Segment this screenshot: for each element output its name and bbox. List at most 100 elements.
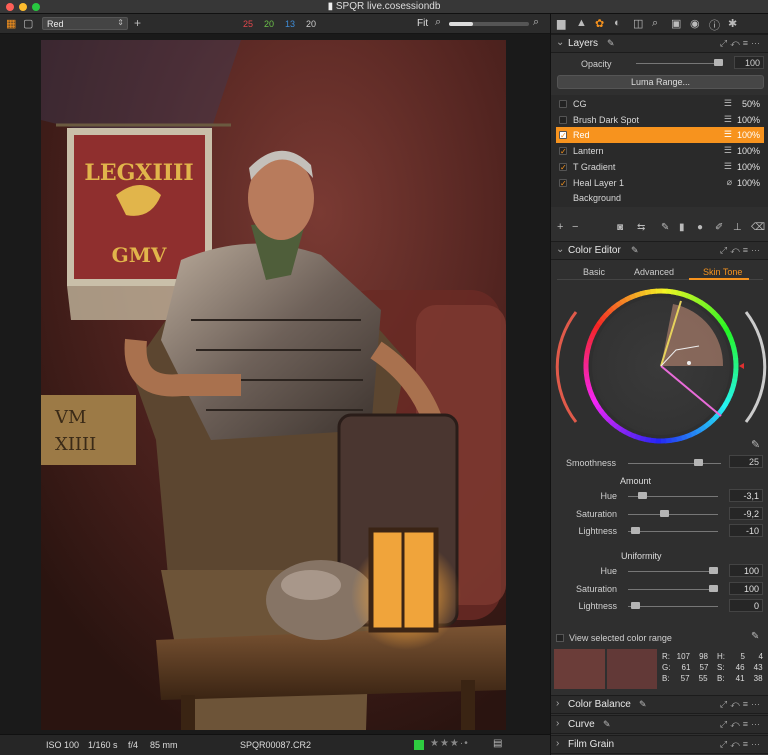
amount-slider[interactable]	[628, 513, 718, 515]
star-rating[interactable]: ★★★·•	[430, 738, 469, 749]
picker-icon[interactable]: ✎	[751, 631, 759, 642]
sliders-icon[interactable]: ☰	[724, 161, 732, 172]
zoom-in-icon[interactable]: ⌕	[533, 16, 539, 29]
stamp-icon[interactable]: ⊥	[733, 222, 742, 233]
layer-select[interactable]: Red ⇕	[42, 17, 128, 30]
uniformity-slider[interactable]	[628, 588, 718, 590]
radial-icon[interactable]: ●	[697, 222, 703, 233]
film-grain-header[interactable]: › Film Grain ⤢↶≡⋯	[551, 735, 768, 754]
lightness-arc-left[interactable]	[555, 311, 578, 423]
layer-checkbox[interactable]: ✓	[559, 162, 567, 171]
layers-header-icons[interactable]: ⤢↶≡⋯	[720, 38, 763, 49]
remove-layer-button[interactable]: −	[572, 221, 578, 233]
amount-knob[interactable]	[638, 492, 648, 499]
brush-tool-icon[interactable]: ✎	[661, 222, 669, 233]
tab-skin-tone[interactable]: Skin Tone	[703, 267, 742, 277]
opacity-slider[interactable]	[636, 63, 721, 64]
gear-icon[interactable]: ✱	[728, 17, 737, 30]
swap-icon[interactable]: ⇆	[637, 222, 645, 233]
view-range-checkbox[interactable]	[556, 634, 564, 642]
layers-header[interactable]: ⌄ Layers ✎ ⤢↶≡⋯	[551, 34, 768, 53]
layer-checkbox[interactable]: ✓	[559, 131, 567, 140]
eyedropper-icon[interactable]: ✎	[751, 438, 760, 451]
uniformity-knob[interactable]	[630, 602, 640, 609]
color-editor-header-icons[interactable]: ⤢↶≡⋯	[720, 245, 763, 256]
add-layer-button[interactable]: +	[557, 221, 563, 233]
amount-field[interactable]: -9,2	[729, 506, 763, 520]
info-icon[interactable]: ⓘ	[709, 17, 720, 33]
list-icon[interactable]: ▤	[493, 738, 502, 749]
brush-icon[interactable]: ✎	[639, 699, 647, 710]
zoom-slider[interactable]	[449, 22, 529, 26]
amount-knob[interactable]	[659, 509, 669, 517]
sliders-icon[interactable]: ☰	[724, 145, 732, 156]
folder-icon[interactable]: ▆	[557, 17, 565, 30]
pen-icon[interactable]: ✐	[715, 222, 723, 233]
opacity-knob[interactable]	[714, 59, 723, 66]
brush-icon[interactable]: ✎	[607, 38, 615, 49]
details-icon[interactable]: ⌕	[652, 17, 658, 30]
layer-row[interactable]: ✓ Red ☰ 100%	[556, 127, 764, 144]
uniformity-knob[interactable]	[709, 567, 719, 574]
layer-row[interactable]: CG ☰ 50%	[556, 96, 764, 112]
color-tag[interactable]	[414, 740, 424, 750]
uniformity-slider[interactable]	[628, 571, 718, 572]
amount-field[interactable]: -10	[729, 524, 763, 537]
layer-checkbox[interactable]	[559, 100, 567, 108]
tab-basic[interactable]: Basic	[583, 267, 605, 277]
eraser-icon[interactable]: ⌫	[751, 222, 765, 233]
photo[interactable]: LEGXIIII GMV VM XIIII	[41, 40, 506, 730]
layer-row[interactable]: Background	[556, 190, 764, 206]
exposure-icon[interactable]: ◐	[614, 17, 621, 29]
metadata-icon[interactable]: ◉	[690, 17, 700, 30]
tab-advanced[interactable]: Advanced	[634, 267, 674, 277]
smoothness-knob[interactable]	[694, 459, 703, 466]
color-picker-point[interactable]	[687, 361, 691, 365]
lightness-arc-right[interactable]	[744, 311, 767, 423]
smoothness-slider[interactable]	[628, 463, 721, 464]
layer-row[interactable]: ✓ Lantern ☰ 100%	[556, 143, 764, 159]
brush-icon[interactable]: ✎	[631, 245, 639, 256]
uniformity-field[interactable]: 100	[729, 581, 763, 595]
amount-slider[interactable]	[628, 531, 718, 532]
film-grain-header-icons[interactable]: ⤢↶≡⋯	[720, 739, 763, 750]
uniformity-knob[interactable]	[709, 584, 719, 592]
sliders-icon[interactable]: ☰	[724, 129, 732, 140]
layer-checkbox[interactable]	[559, 115, 567, 124]
layer-checkbox[interactable]: ✓	[559, 178, 567, 187]
brush-icon[interactable]: ✎	[603, 719, 611, 730]
color-balance-header-icons[interactable]: ⤢↶≡⋯	[720, 699, 763, 710]
layer-checkbox[interactable]: ✓	[559, 147, 567, 156]
zoom-out-icon[interactable]: ⌕	[435, 16, 441, 29]
sliders-icon[interactable]: ☰	[724, 98, 732, 109]
opacity-field[interactable]: 100	[734, 56, 764, 69]
gradient-icon[interactable]: ▮	[679, 222, 685, 233]
layer-row[interactable]: Brush Dark Spot ☰ 100%	[556, 112, 764, 128]
lens-icon[interactable]: ◫	[633, 17, 643, 30]
adjust-icon[interactable]: ▣	[671, 17, 681, 30]
curve-header[interactable]: › Curve ✎ ⤢↶≡⋯	[551, 715, 768, 734]
uniformity-field[interactable]: 0	[729, 599, 763, 612]
layer-row[interactable]: ✓ Heal Layer 1 ⌀ 100%	[556, 175, 764, 191]
fit-label[interactable]: Fit	[417, 18, 428, 29]
color-wheel[interactable]: ✎	[551, 286, 768, 456]
color-icon[interactable]: ✿	[595, 17, 604, 30]
grid-view-icon[interactable]: ▦	[6, 17, 16, 30]
bandage-icon[interactable]: ⌀	[727, 177, 732, 188]
layer-row[interactable]: ✓ T Gradient ☰ 100%	[556, 159, 764, 175]
curve-header-icons[interactable]: ⤢↶≡⋯	[720, 719, 763, 730]
color-balance-header[interactable]: › Color Balance ✎ ⤢↶≡⋯	[551, 695, 768, 714]
smoothness-field[interactable]: 25	[729, 455, 763, 468]
uniformity-slider[interactable]	[628, 606, 718, 607]
single-view-icon[interactable]: ▢	[23, 17, 33, 30]
amount-field[interactable]: -3,1	[729, 489, 763, 502]
mask-icon[interactable]: ◙	[617, 222, 623, 233]
color-editor-header[interactable]: ⌄ Color Editor ✎ ⤢↶≡⋯	[551, 241, 768, 260]
camera-icon[interactable]: ▲	[576, 17, 587, 29]
count-red: 25	[243, 19, 254, 29]
amount-knob[interactable]	[630, 527, 640, 534]
luma-range-button[interactable]: Luma Range...	[557, 75, 764, 89]
uniformity-field[interactable]: 100	[729, 564, 763, 577]
add-point-icon[interactable]: +	[134, 16, 141, 30]
sliders-icon[interactable]: ☰	[724, 114, 732, 125]
